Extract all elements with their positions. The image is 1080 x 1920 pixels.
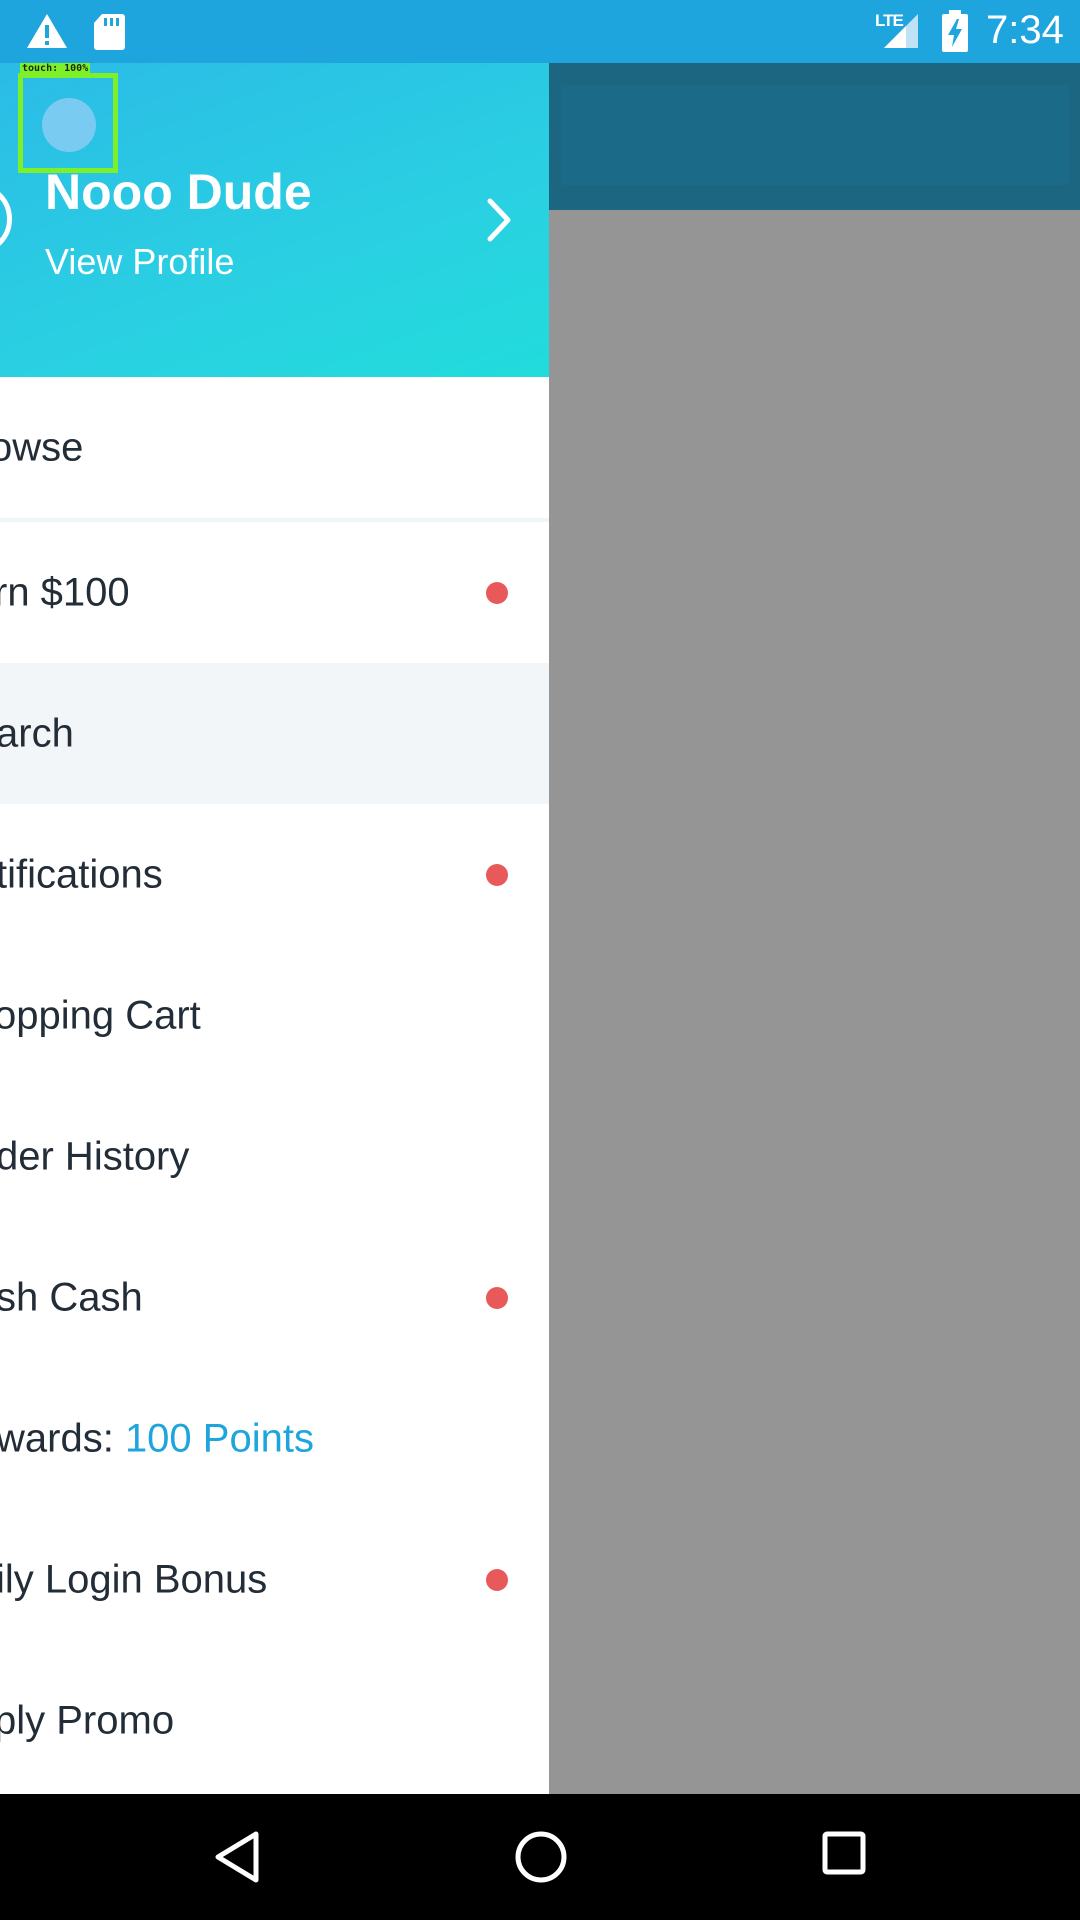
touch-indicator-label: touch: 100% <box>20 63 91 74</box>
drawer-scrim[interactable] <box>549 210 1080 1794</box>
menu-item-browse[interactable]: owse <box>0 377 549 518</box>
menu-item-earn[interactable]: rn $100 <box>0 522 549 663</box>
menu-item-label: ply Promo <box>0 1698 175 1742</box>
status-bar: LTE 7:34 <box>0 0 1080 63</box>
menu-item-label: owse <box>0 425 84 469</box>
notification-dot <box>486 581 508 604</box>
menu-item-label: sh Cash <box>0 1275 143 1319</box>
app-toolbar-dimmed <box>549 63 1080 210</box>
home-icon[interactable] <box>513 1829 569 1885</box>
navigation-drawer: Nooo Dude View Profile touch: 100% owse … <box>0 63 549 1794</box>
menu-item-wish-cash[interactable]: sh Cash <box>0 1227 549 1368</box>
menu-item-label: tifications <box>0 852 163 896</box>
chevron-right-icon[interactable] <box>484 195 514 245</box>
status-time: 7:34 <box>986 8 1064 52</box>
app-toolbar-inner <box>561 85 1069 185</box>
menu-item-search[interactable]: arch <box>0 663 549 804</box>
menu-item-label: ily Login Bonus <box>0 1557 268 1601</box>
menu-item-label: opping Cart <box>0 993 201 1037</box>
notification-dot <box>486 1568 508 1591</box>
menu-item-label: wards: 100 Points <box>0 1416 314 1461</box>
rewards-label: wards: <box>0 1416 125 1460</box>
menu-item-order-history[interactable]: der History <box>0 1086 549 1227</box>
sd-card-icon <box>94 14 125 50</box>
back-icon[interactable] <box>212 1830 262 1884</box>
notification-dot <box>486 1286 508 1309</box>
system-nav-bar <box>0 1794 1080 1920</box>
warning-icon <box>27 14 67 48</box>
recents-icon[interactable] <box>822 1831 866 1875</box>
avatar[interactable] <box>0 183 12 255</box>
menu-item-rewards[interactable]: wards: 100 Points <box>0 1368 549 1509</box>
drawer-menu: owse rn $100 arch tifications opping Car… <box>0 377 549 1791</box>
lte-signal-icon <box>884 14 918 48</box>
menu-item-apply-promo[interactable]: ply Promo <box>0 1650 549 1791</box>
menu-item-label: der History <box>0 1134 190 1178</box>
menu-item-shopping-cart[interactable]: opping Cart <box>0 945 549 1086</box>
view-profile-link[interactable]: View Profile <box>45 241 234 283</box>
menu-item-notifications[interactable]: tifications <box>0 804 549 945</box>
menu-item-label: arch <box>0 711 74 755</box>
touch-indicator-dot <box>42 98 96 152</box>
menu-item-label: rn $100 <box>0 570 130 614</box>
battery-charging-icon <box>942 10 968 52</box>
notification-dot <box>486 863 508 886</box>
menu-item-daily-login-bonus[interactable]: ily Login Bonus <box>0 1509 549 1650</box>
rewards-points: 100 Points <box>124 1416 314 1460</box>
drawer-header[interactable]: Nooo Dude View Profile touch: 100% <box>0 63 549 377</box>
